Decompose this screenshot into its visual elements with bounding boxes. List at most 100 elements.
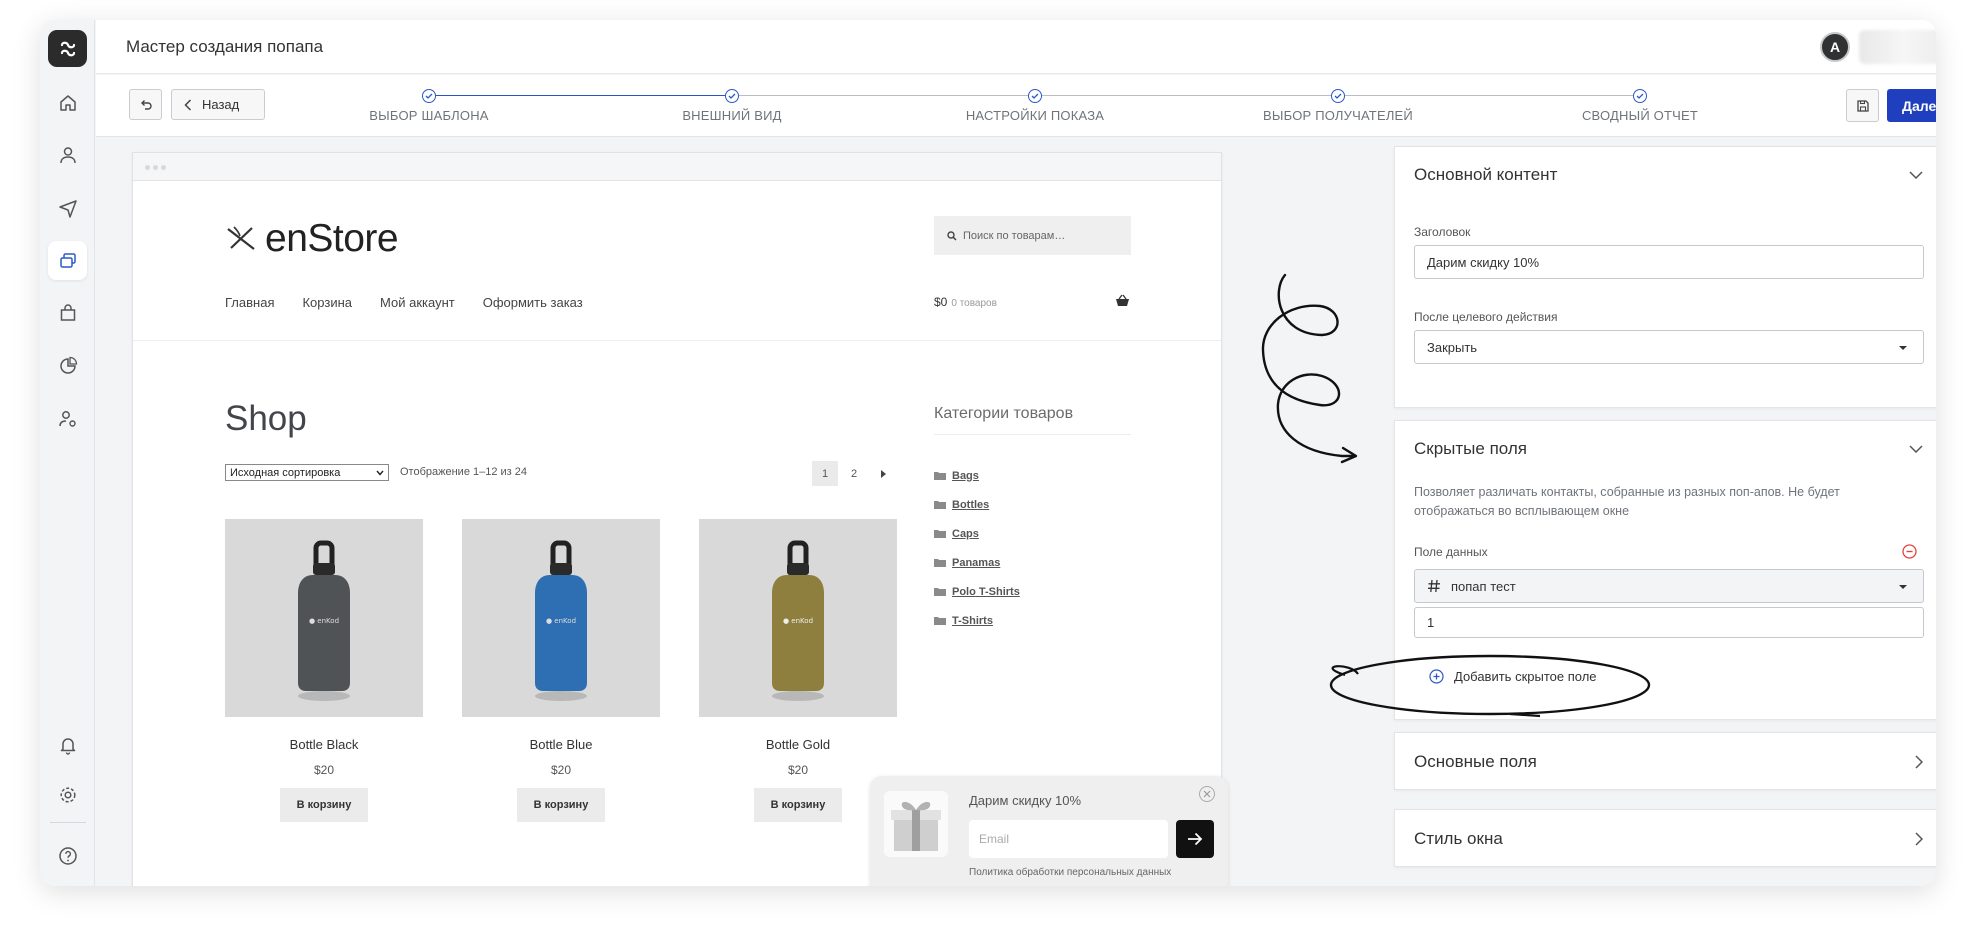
folder-icon [934,501,946,509]
preview-chrome [133,153,1221,181]
notifications-bell-icon[interactable] [48,725,87,764]
add-to-cart-button[interactable]: В корзину [754,788,842,822]
shop-bag-icon[interactable] [48,293,87,332]
check-icon [425,93,433,99]
results-count: Отображение 1–12 из 24 [400,466,527,478]
store-header-divider [133,340,1221,341]
analytics-pie-icon[interactable] [48,346,87,385]
folder-icon [934,559,946,567]
page-next-icon[interactable] [870,461,896,486]
step-summary[interactable]: СВОДНЫЙ ОТЧЕТ [1510,89,1770,123]
store-nav-cart[interactable]: Корзина [302,295,352,310]
popup-policy-link[interactable]: Политика обработки персональных данных [969,867,1171,878]
settings-gear-icon[interactable] [48,775,87,814]
popups-icon[interactable] [48,241,87,280]
store-nav-checkout[interactable]: Оформить заказ [483,295,583,310]
undo-button[interactable] [129,89,162,120]
user-name-blurred[interactable] [1859,30,1936,64]
rail-separator [50,822,86,823]
popup-submit-button[interactable] [1176,820,1214,858]
product-image[interactable]: ● enKod [699,519,897,717]
main-content-title[interactable]: Основной контент [1414,165,1557,185]
chevron-left-icon [184,98,192,111]
hidden-fields-description: Позволяет различать контакты, собранные … [1414,485,1840,518]
popup-title: Дарим скидку 10% [969,793,1082,808]
category-item[interactable]: Polo T-Shirts [934,577,1020,606]
shop-title: Shop [225,399,307,438]
back-label: Назад [202,97,240,112]
product-image[interactable]: ● enKod [462,519,660,717]
hidden-field-value-input[interactable]: 1 [1414,607,1924,638]
check-icon [728,93,736,99]
page-2[interactable]: 2 [841,461,867,486]
product-card[interactable]: ● enKod Bottle Black $20 В корзину [225,519,423,822]
chevron-down-icon [376,470,384,476]
contacts-icon[interactable] [48,135,87,174]
save-button[interactable] [1846,89,1879,122]
home-icon[interactable] [48,83,87,122]
add-hidden-field-button[interactable]: Добавить скрытое поле [1429,669,1597,684]
category-item[interactable]: Caps [934,519,1020,548]
step-display-settings[interactable]: НАСТРОЙКИ ПОКАЗА [905,89,1165,123]
basic-fields-card[interactable]: Основные поля [1394,732,1936,790]
store-brand: enStore [225,217,399,261]
remove-field-icon[interactable] [1902,544,1917,559]
category-item[interactable]: Bags [934,461,1020,490]
wizard-bar: Назад ВЫБОР ШАБЛОНА ВНЕШНИЙ ВИД НАСТРОЙК… [96,75,1936,137]
app-logo-icon[interactable] [48,30,87,67]
step-recipients[interactable]: ВЫБОР ПОЛУЧАТЕЛЕЙ [1208,89,1468,123]
window-style-title: Стиль окна [1414,829,1503,848]
categories-divider [934,434,1131,435]
user-settings-icon[interactable] [48,399,87,438]
category-item[interactable]: Panamas [934,548,1020,577]
after-action-label: После целевого действия [1414,310,1558,324]
category-item[interactable]: Bottles [934,490,1020,519]
category-list: Bags Bottles Caps Panamas Polo T-Shirts … [934,461,1020,635]
store-nav-home[interactable]: Главная [225,295,274,310]
help-icon[interactable] [48,836,87,875]
store-cart-summary[interactable]: $0 0 товаров [934,295,997,309]
send-icon[interactable] [48,188,87,227]
arrow-right-icon [1188,832,1203,846]
category-item[interactable]: T-Shirts [934,606,1020,635]
undo-icon [140,99,152,110]
sort-select[interactable]: Исходная сортировка [225,464,389,481]
step-template[interactable]: ВЫБОР ШАБЛОНА [299,89,559,123]
next-label: Далее [1902,97,1936,114]
basket-icon[interactable] [1115,294,1130,307]
product-image[interactable]: ● enKod [225,519,423,717]
product-card[interactable]: ● enKod Bottle Gold $20 В корзину [699,519,897,822]
popup-close-icon[interactable] [1199,786,1215,802]
basic-fields-title: Основные поля [1414,752,1537,771]
window-style-card[interactable]: Стиль окна [1394,809,1936,867]
hidden-fields-title[interactable]: Скрытые поля [1414,439,1527,459]
back-button[interactable]: Назад [171,89,265,120]
store-nav-account[interactable]: Мой аккаунт [380,295,455,310]
categories-title: Категории товаров [934,405,1074,422]
chevron-down-icon[interactable] [1909,445,1923,453]
chevron-down-icon[interactable] [1909,171,1923,179]
floppy-disk-icon [1856,99,1869,112]
step-appearance[interactable]: ВНЕШНИЙ ВИД [602,89,862,123]
check-icon [1636,93,1644,99]
add-to-cart-button[interactable]: В корзину [517,788,605,822]
caret-down-icon [1899,346,1907,350]
popup-email-input[interactable]: Email [969,820,1168,858]
hidden-fields-card: Скрытые поля Позволяет различать контакт… [1394,420,1936,720]
avatar[interactable]: A [1820,32,1850,62]
heading-input[interactable]: Дарим скидку 10% [1414,245,1924,279]
data-field-select[interactable]: попап тест [1414,569,1924,603]
folder-icon [934,588,946,596]
gift-box-icon [884,791,948,857]
after-action-select[interactable]: Закрыть [1414,330,1924,364]
next-button[interactable]: Далее [1887,89,1936,122]
folder-icon [934,617,946,625]
store-search-input[interactable]: Поиск по товарам… [934,216,1131,255]
discount-popup: Дарим скидку 10% Email Политика обработк… [870,776,1228,886]
product-card[interactable]: ● enKod Bottle Blue $20 В корзину [462,519,660,822]
left-rail [40,20,95,886]
add-to-cart-button[interactable]: В корзину [280,788,368,822]
page-1[interactable]: 1 [812,461,838,486]
svg-text:● enKod: ● enKod [309,617,339,625]
plus-circle-icon [1429,669,1444,684]
